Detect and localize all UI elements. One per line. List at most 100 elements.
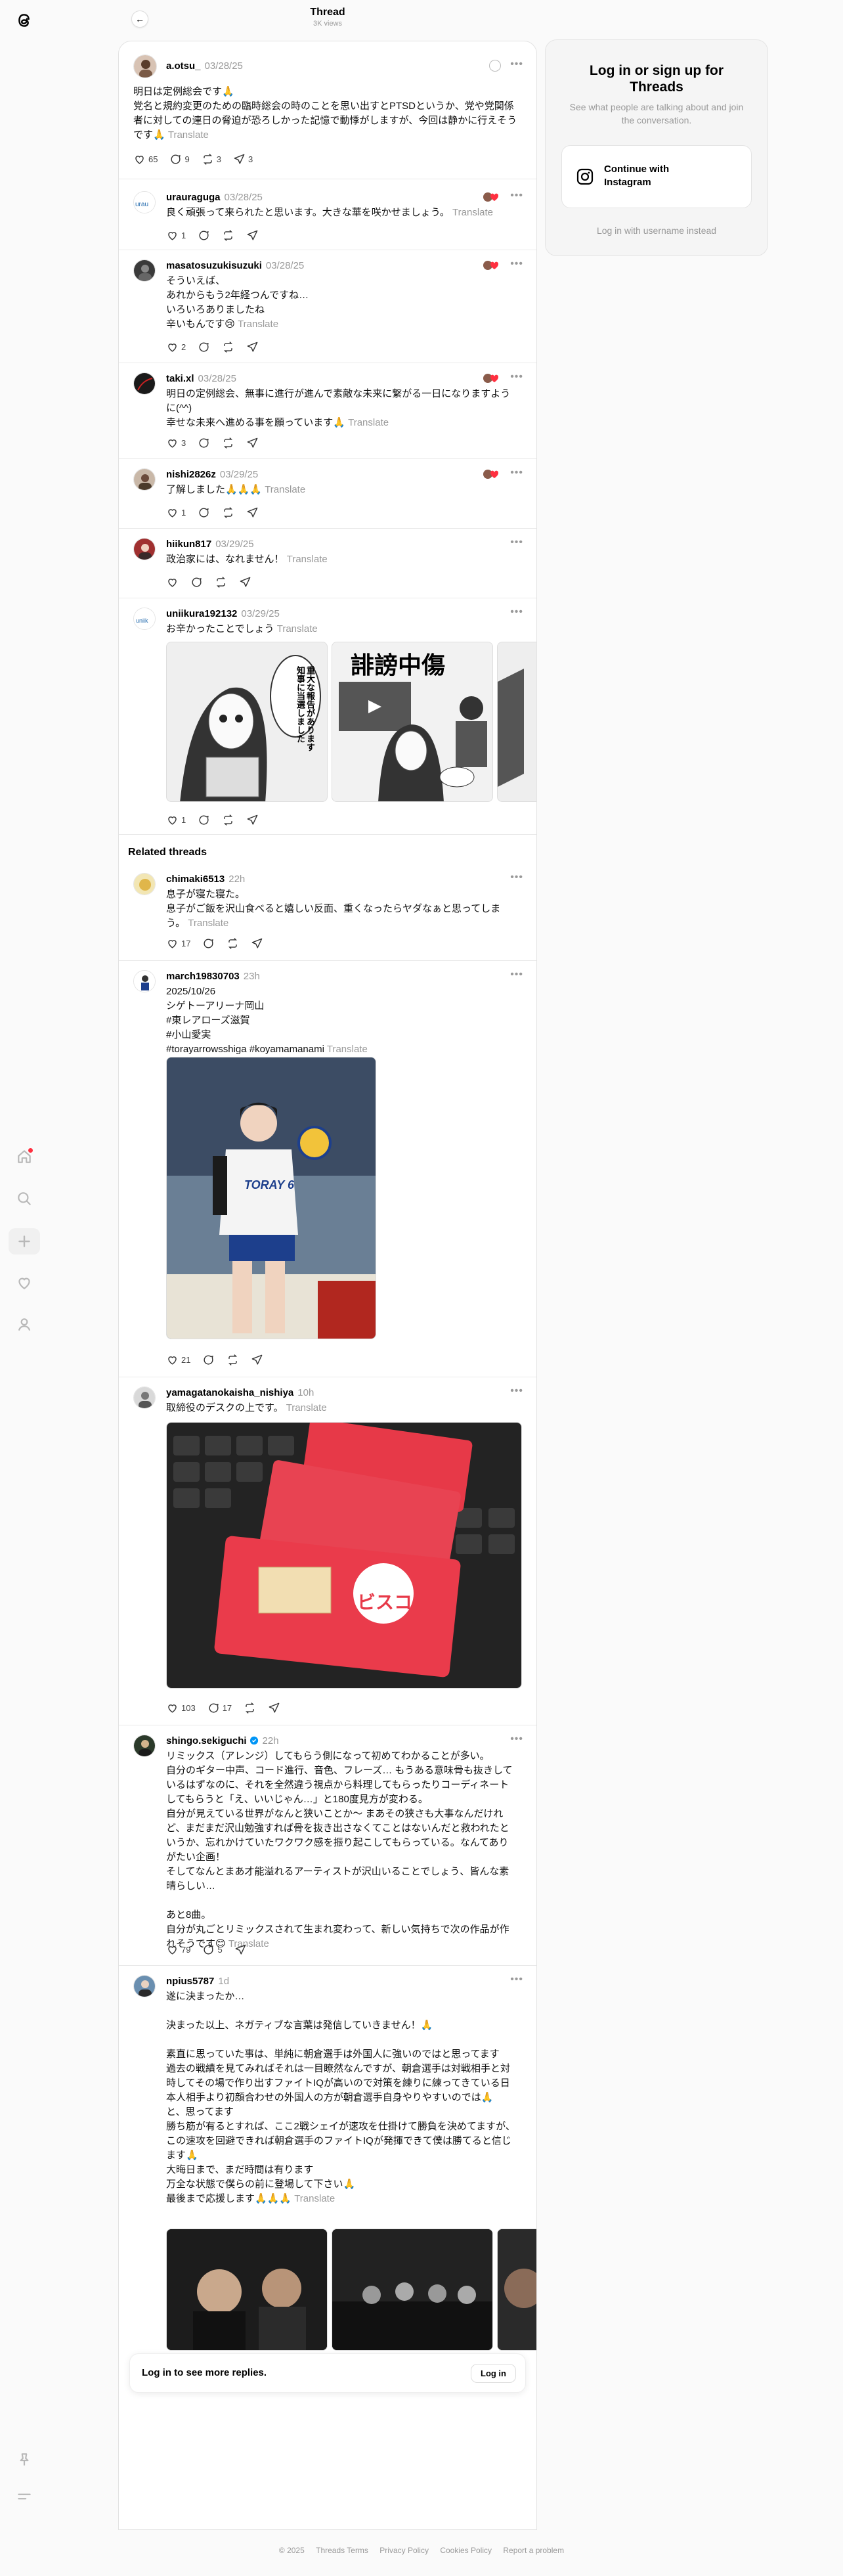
share-button[interactable]: [251, 1354, 263, 1366]
share-button[interactable]: [268, 1702, 280, 1714]
translate-link[interactable]: Translate: [277, 623, 318, 634]
repost-button[interactable]: [227, 1354, 239, 1366]
username[interactable]: npius5787: [166, 1976, 214, 1987]
repost-button[interactable]: [227, 937, 239, 950]
reply-button[interactable]: 17: [207, 1702, 232, 1714]
like-button[interactable]: 21: [166, 1354, 190, 1366]
manga-image[interactable]: [497, 642, 536, 802]
share-button[interactable]: [246, 341, 259, 353]
more-icon[interactable]: •••: [510, 537, 523, 548]
avatar[interactable]: [133, 1975, 156, 1997]
avatar[interactable]: urau: [133, 191, 156, 213]
privacy-link[interactable]: Privacy Policy: [379, 2546, 429, 2555]
menu-icon[interactable]: [14, 2487, 34, 2506]
translate-link[interactable]: Translate: [327, 1044, 368, 1055]
continue-with-instagram-button[interactable]: Continue with Instagram: [561, 145, 752, 208]
home-icon[interactable]: [14, 1147, 34, 1166]
username[interactable]: chimaki6513: [166, 874, 225, 885]
share-button[interactable]: [239, 576, 251, 588]
reply-button[interactable]: [198, 341, 210, 353]
timestamp[interactable]: 23h: [244, 971, 260, 982]
repost-button[interactable]: [222, 229, 234, 242]
username[interactable]: uniikura192132: [166, 608, 237, 619]
more-icon[interactable]: •••: [510, 190, 523, 202]
like-button[interactable]: 3: [166, 437, 186, 449]
more-icon[interactable]: •••: [510, 1974, 523, 1986]
manga-image[interactable]: 重大な報告があります 知事に当選しました: [166, 642, 328, 802]
translate-link[interactable]: Translate: [452, 207, 493, 218]
more-icon[interactable]: •••: [510, 258, 523, 270]
post-photo[interactable]: ビスコ: [166, 1422, 522, 1689]
pin-icon[interactable]: [14, 2450, 34, 2470]
repost-button[interactable]: 3: [202, 153, 221, 166]
like-button[interactable]: 1: [166, 814, 186, 826]
repost-button[interactable]: [222, 506, 234, 519]
username[interactable]: march19830703: [166, 971, 240, 982]
timestamp[interactable]: 22h: [263, 1735, 279, 1746]
post-image[interactable]: [332, 2229, 493, 2351]
repost-button[interactable]: [222, 341, 234, 353]
login-button[interactable]: Log in: [471, 2364, 516, 2383]
like-button[interactable]: 17: [166, 937, 190, 950]
avatar[interactable]: [133, 538, 156, 560]
share-button[interactable]: [246, 229, 259, 242]
repost-button[interactable]: [244, 1702, 256, 1714]
reply-button[interactable]: [198, 229, 210, 242]
translate-link[interactable]: Translate: [286, 1402, 327, 1413]
avatar[interactable]: [133, 1387, 156, 1409]
timestamp[interactable]: 1d: [218, 1976, 229, 1987]
translate-link[interactable]: Translate: [294, 2193, 335, 2204]
like-button[interactable]: 79: [166, 1943, 190, 1956]
terms-link[interactable]: Threads Terms: [316, 2546, 368, 2555]
like-button[interactable]: 2: [166, 341, 186, 353]
share-button[interactable]: [246, 814, 259, 826]
timestamp[interactable]: 03/28/25: [266, 260, 304, 271]
username[interactable]: urauraguga: [166, 192, 221, 203]
reply-button[interactable]: [198, 814, 210, 826]
timestamp[interactable]: 03/28/25: [205, 60, 243, 72]
username[interactable]: nishi2826z: [166, 469, 216, 480]
reply-button[interactable]: [198, 506, 210, 519]
username-login-link[interactable]: Log in with username instead: [546, 225, 767, 236]
username[interactable]: yamagatanokaisha_nishiya: [166, 1387, 293, 1398]
share-button[interactable]: [246, 437, 259, 449]
username[interactable]: taki.xl: [166, 373, 194, 384]
threads-logo-icon[interactable]: [12, 8, 37, 33]
avatar[interactable]: [133, 259, 156, 282]
reply-button[interactable]: [190, 576, 203, 588]
translate-link[interactable]: Translate: [188, 918, 228, 929]
manga-image[interactable]: 誹謗中傷: [332, 642, 493, 802]
post-image[interactable]: [497, 2229, 536, 2351]
like-button[interactable]: 1: [166, 506, 186, 519]
translate-link[interactable]: Translate: [348, 417, 389, 428]
post-photo[interactable]: TORAY 6: [166, 1057, 376, 1339]
more-icon[interactable]: •••: [510, 1733, 523, 1745]
activity-icon[interactable]: [14, 1273, 34, 1293]
username[interactable]: masatosuzukisuzuki: [166, 260, 262, 271]
share-button[interactable]: 3: [233, 153, 253, 166]
timestamp[interactable]: 03/29/25: [215, 539, 253, 550]
translate-link[interactable]: Translate: [287, 554, 328, 565]
like-button[interactable]: 1: [166, 229, 186, 242]
image-carousel[interactable]: 重大な報告があります 知事に当選しました 誹謗中傷: [166, 642, 536, 802]
more-icon[interactable]: •••: [510, 467, 523, 479]
create-icon[interactable]: [9, 1228, 40, 1255]
reply-button[interactable]: 5: [202, 1943, 223, 1956]
more-icon[interactable]: •••: [510, 606, 523, 618]
avatar[interactable]: [133, 1735, 156, 1757]
timestamp[interactable]: 03/29/25: [241, 608, 279, 619]
share-button[interactable]: [246, 506, 259, 519]
more-icon[interactable]: •••: [510, 1385, 523, 1397]
share-button[interactable]: [251, 937, 263, 950]
repost-button[interactable]: [222, 437, 234, 449]
more-icon[interactable]: •••: [510, 58, 523, 70]
avatar[interactable]: [133, 970, 156, 992]
like-button[interactable]: 65: [133, 153, 158, 166]
username[interactable]: a.otsu_: [166, 60, 201, 72]
timestamp[interactable]: 22h: [228, 874, 245, 885]
avatar[interactable]: [133, 372, 156, 395]
reply-button[interactable]: [198, 437, 210, 449]
repost-button[interactable]: [215, 576, 227, 588]
username[interactable]: shingo.sekiguchi: [166, 1735, 247, 1746]
like-button[interactable]: 103: [166, 1702, 196, 1714]
